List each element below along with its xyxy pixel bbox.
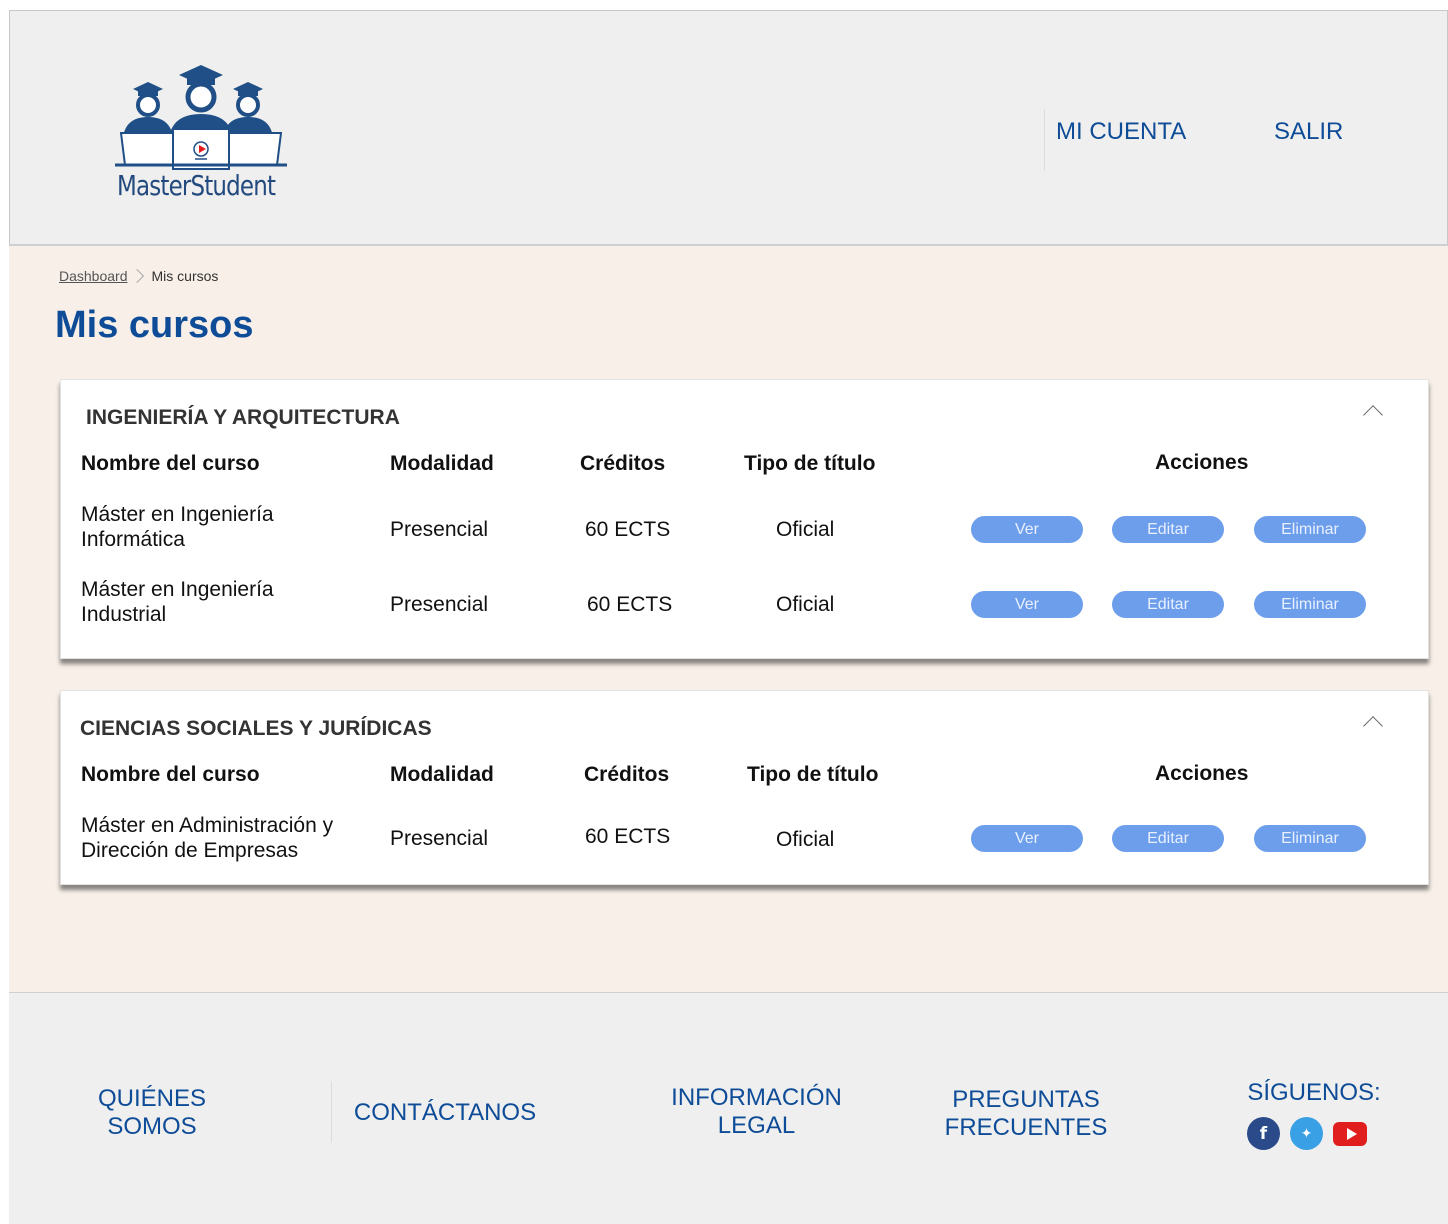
course-credits: 60 ECTS [585, 825, 671, 848]
course-section-ciencias-sociales: CIENCIAS SOCIALES Y JURÍDICAS Nombre del… [60, 690, 1429, 885]
youtube-icon[interactable] [1333, 1121, 1367, 1146]
col-header-actions: Acciones [1155, 762, 1249, 785]
chevron-up-icon[interactable] [1363, 405, 1383, 425]
col-header-degree-type: Tipo de título [747, 763, 879, 786]
social-links: f ✦ [1247, 1117, 1367, 1150]
main-content: Dashboard Mis cursos Mis cursos INGENIER… [9, 246, 1448, 992]
logo-text: MasterStudent [117, 169, 276, 202]
edit-button[interactable]: Editar [1112, 591, 1224, 618]
site-footer: QUIÉNES SOMOS CONTÁCTANOS INFORMACIÓN LE… [9, 992, 1448, 1224]
view-button[interactable]: Ver [971, 591, 1083, 618]
footer-about-link[interactable]: QUIÉNES SOMOS [87, 1085, 217, 1141]
facebook-icon[interactable]: f [1247, 1117, 1280, 1150]
col-header-credits: Créditos [580, 452, 666, 475]
col-header-credits: Créditos [584, 763, 670, 786]
delete-button[interactable]: Eliminar [1254, 591, 1366, 618]
edit-button[interactable]: Editar [1112, 825, 1224, 852]
course-credits: 60 ECTS [585, 518, 671, 541]
view-button[interactable]: Ver [971, 516, 1083, 543]
edit-button[interactable]: Editar [1112, 516, 1224, 543]
course-mode: Presencial [390, 518, 489, 541]
course-degree-type: Oficial [776, 828, 835, 851]
col-header-name: Nombre del curso [81, 763, 260, 786]
footer-legal-link[interactable]: INFORMACIÓN LEGAL [659, 1084, 854, 1140]
section-title: CIENCIAS SOCIALES Y JURÍDICAS [80, 717, 432, 740]
site-header: MasterStudent MI CUENTA SALIR [9, 10, 1448, 246]
course-degree-type: Oficial [776, 518, 835, 541]
nav-my-account[interactable]: MI CUENTA [1056, 118, 1186, 146]
col-header-degree-type: Tipo de título [744, 452, 876, 475]
section-title: INGENIERÍA Y ARQUITECTURA [86, 406, 400, 429]
footer-divider [331, 1081, 332, 1143]
delete-button[interactable]: Eliminar [1254, 516, 1366, 543]
breadcrumb: Dashboard Mis cursos [59, 268, 218, 284]
col-header-actions: Acciones [1155, 451, 1249, 474]
breadcrumb-dashboard-link[interactable]: Dashboard [59, 268, 128, 284]
course-mode: Presencial [390, 593, 489, 616]
col-header-mode: Modalidad [390, 452, 494, 475]
course-name: Máster en Ingeniería Industrial [81, 578, 274, 626]
chevron-right-icon [129, 268, 144, 284]
col-header-mode: Modalidad [390, 763, 494, 786]
course-name: Máster en Administración y Dirección de … [81, 814, 334, 862]
nav-logout[interactable]: SALIR [1274, 118, 1343, 146]
twitter-icon[interactable]: ✦ [1290, 1117, 1323, 1150]
breadcrumb-current: Mis cursos [151, 268, 219, 284]
chevron-up-icon[interactable] [1363, 716, 1383, 736]
course-name: Máster en Ingeniería Informática [81, 503, 274, 551]
course-credits: 60 ECTS [587, 593, 673, 616]
nav-divider [1044, 109, 1045, 171]
footer-contact-link[interactable]: CONTÁCTANOS [345, 1099, 545, 1127]
delete-button[interactable]: Eliminar [1254, 825, 1366, 852]
view-button[interactable]: Ver [971, 825, 1083, 852]
course-degree-type: Oficial [776, 593, 835, 616]
course-section-ingenieria: INGENIERÍA Y ARQUITECTURA Nombre del cur… [60, 379, 1429, 659]
page-title: Mis cursos [55, 304, 254, 346]
course-mode: Presencial [390, 827, 489, 850]
col-header-name: Nombre del curso [81, 452, 260, 475]
footer-follow-label: SÍGUENOS: [1247, 1079, 1381, 1106]
footer-faq-link[interactable]: PREGUNTAS FRECUENTES [931, 1086, 1121, 1142]
